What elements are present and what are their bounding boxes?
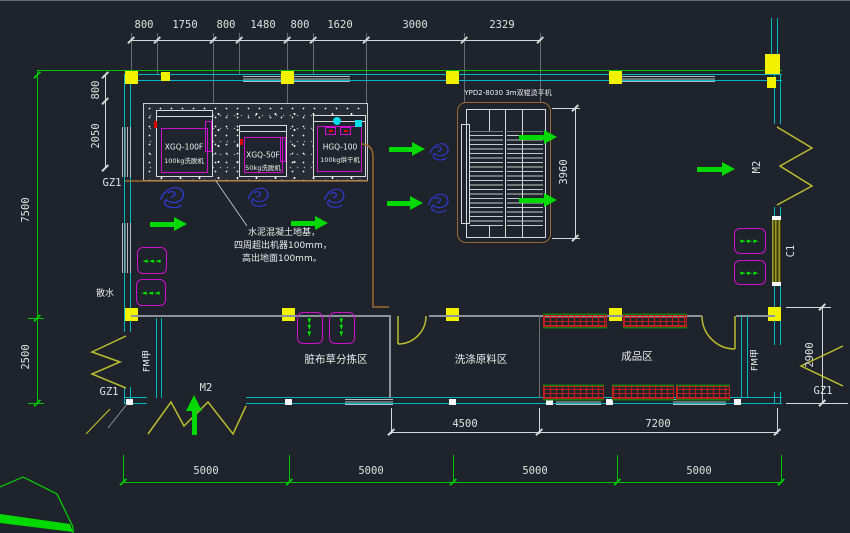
flow-arrow-right	[150, 222, 174, 227]
dim-label: 1750	[172, 19, 197, 31]
flow-arrow-up-head	[186, 395, 202, 411]
plan-linework	[0, 0, 850, 533]
flow-arrow-right	[387, 201, 410, 206]
dim-label: 5000	[193, 465, 218, 477]
dim-label: 5000	[686, 465, 711, 477]
door-swing-fm-left	[92, 336, 126, 388]
flow-arrow-right	[519, 198, 544, 203]
dim-label: 4500	[452, 418, 477, 430]
dim-label: 2900	[804, 342, 816, 367]
label-apron: 散水	[96, 286, 114, 299]
flow-arrow-right	[389, 147, 412, 152]
dim-label: 1620	[327, 19, 352, 31]
zone-label-materials: 洗涤原料区	[455, 352, 508, 367]
tag-gz1-left: GZ1	[103, 177, 122, 189]
tag-m2-bottom: M2	[200, 382, 213, 394]
landscape-decoration	[0, 404, 127, 533]
dim-label: 2500	[20, 344, 32, 369]
flow-arrow-up-body	[192, 411, 197, 435]
tag-gz1-bottom-left: GZ1	[100, 386, 119, 398]
tag-fm-right: FM甲	[748, 349, 761, 371]
dim-label: 3000	[402, 19, 427, 31]
note-line-2: 四周超出机器100mm，	[234, 238, 332, 251]
dim-label: 3960	[558, 159, 570, 184]
door-swing-finished	[702, 316, 735, 349]
note-leader-line	[216, 181, 247, 226]
flow-arrow-right	[519, 135, 544, 140]
flow-arrow-right	[697, 167, 722, 172]
zone-label-finished: 成品区	[621, 349, 653, 364]
dim-label: 800	[217, 19, 236, 31]
door-swing-m2-right	[777, 127, 812, 205]
zone-label-sorting: 脏布草分拣区	[305, 352, 368, 367]
note-line-3: 高出地面100mm。	[242, 251, 322, 264]
tag-c1: C1	[785, 245, 797, 258]
dim-label: 1480	[250, 19, 275, 31]
dim-label: 5000	[358, 465, 383, 477]
door-swing-materials	[398, 316, 426, 344]
dim-label: 800	[135, 19, 154, 31]
dim-label: 800	[291, 19, 310, 31]
tag-gz1-bottom-right: GZ1	[814, 385, 833, 397]
dim-label: 2329	[489, 19, 514, 31]
note-line-1: 水泥混凝土地基，	[248, 225, 320, 238]
cad-floor-plan: XGQ-100F 100kg洗脱机 XGQ-50F 50kg洗脱机 HGQ-10…	[0, 0, 850, 533]
dim-label: 7500	[20, 197, 32, 222]
dim-label: 2050	[90, 123, 102, 148]
tag-fm-left: FM甲	[140, 350, 153, 372]
dim-label: 7200	[645, 418, 670, 430]
dim-label: 800	[90, 81, 102, 100]
dim-label: 5000	[522, 465, 547, 477]
tag-m2-right: M2	[751, 161, 763, 174]
